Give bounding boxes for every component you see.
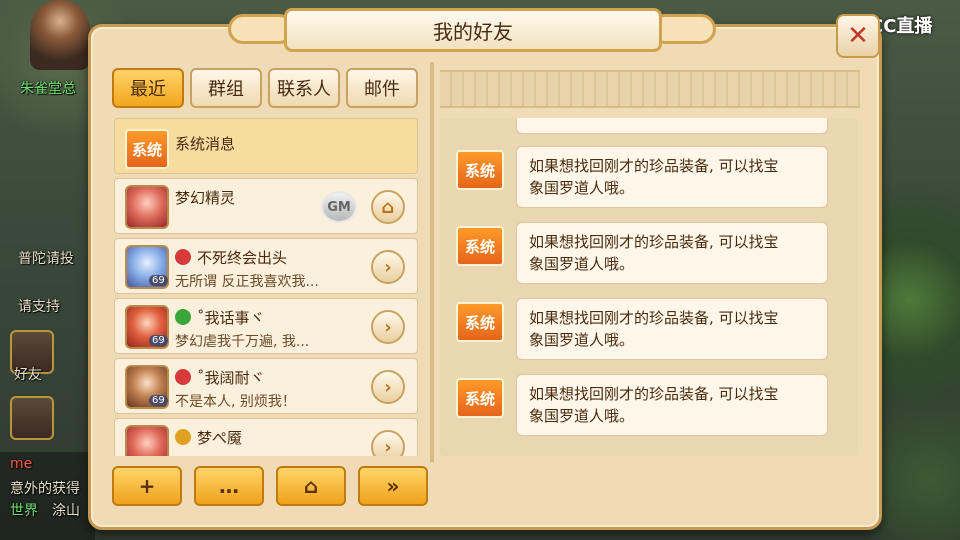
- list-item[interactable]: 69 ˚我阔耐ヾ 不是本人, 别烦我！ ›: [114, 358, 418, 414]
- message-bubble: 如果想找回刚才的珍品装备, 可以找宝 象国罗道人哦。: [516, 298, 828, 360]
- window-title: 我的好友: [284, 8, 662, 52]
- tab-mail[interactable]: 邮件: [346, 68, 418, 108]
- level-badge: 69: [149, 275, 168, 286]
- list-item[interactable]: 梦ぺ魇 ›: [114, 418, 418, 456]
- status-icon: [175, 309, 191, 325]
- friend-tabs: 最近 群组 联系人 邮件: [112, 68, 418, 108]
- chat-line: 意外的获得: [10, 481, 80, 497]
- avatar: [125, 185, 169, 229]
- message-line: 如果想找回刚才的珍品装备, 可以找宝: [529, 157, 779, 175]
- avatar: [125, 425, 169, 456]
- player-character: [30, 0, 90, 70]
- list-item[interactable]: 69 不死终会出头 无所谓 反正我喜欢我... ›: [114, 238, 418, 294]
- list-item[interactable]: 梦幻精灵 GM ⌂: [114, 178, 418, 234]
- list-item[interactable]: 69 ˚我话事ヾ 梦幻虐我千万遍, 我... ›: [114, 298, 418, 354]
- window-title-text: 我的好友: [433, 19, 513, 44]
- open-chat-button[interactable]: ›: [371, 430, 405, 456]
- decorative-pattern: [440, 70, 860, 108]
- open-chat-button[interactable]: ›: [371, 370, 405, 404]
- visit-home-button[interactable]: ⌂: [371, 190, 405, 224]
- add-user-icon: +: [138, 474, 156, 498]
- hud-label: 朱雀堂总: [20, 81, 76, 97]
- system-icon: 系统: [456, 226, 504, 266]
- home-button[interactable]: ⌂: [276, 466, 346, 506]
- tab-groups[interactable]: 群组: [190, 68, 262, 108]
- hud-label: 好友: [14, 367, 42, 383]
- list-item-system[interactable]: 系统 系统消息: [114, 118, 418, 174]
- chevron-right-icon: ›: [384, 316, 392, 338]
- message-line: 象国罗道人哦。: [529, 255, 635, 273]
- tab-recent[interactable]: 最近: [112, 68, 184, 108]
- system-icon: 系统: [456, 302, 504, 342]
- chevron-right-icon: ›: [384, 436, 392, 457]
- close-button[interactable]: ✕: [836, 14, 880, 58]
- message-bubble: 如果想找回刚才的珍品装备, 可以找宝 象国罗道人哦。: [516, 374, 828, 436]
- friend-message: 不是本人, 别烦我！: [175, 394, 296, 410]
- system-icon: 系统: [456, 150, 504, 190]
- message-line: 象国罗道人哦。: [529, 407, 635, 425]
- message-bubble-partial: [516, 118, 828, 134]
- system-icon: 系统: [456, 378, 504, 418]
- chat-button[interactable]: …: [194, 466, 264, 506]
- hud-label: 请支持: [18, 299, 60, 315]
- home-icon: ⌂: [381, 196, 395, 218]
- message-line: 如果想找回刚才的珍品装备, 可以找宝: [529, 309, 779, 327]
- message-line: 象国罗道人哦。: [529, 179, 635, 197]
- friend-message: 梦幻虐我千万遍, 我...: [175, 334, 310, 350]
- add-friend-button[interactable]: +: [112, 466, 182, 506]
- bottom-toolbar: + … ⌂ »: [112, 466, 428, 506]
- left-hud: 朱雀堂总 普陀请投 请支持 好友 me 意外的获得 世界 涂山: [0, 0, 95, 540]
- friend-name: 梦ぺ魇: [197, 429, 243, 447]
- gm-badge: GM: [321, 191, 357, 223]
- chat-line: 世界: [10, 503, 38, 519]
- message-line: 如果想找回刚才的珍品装备, 可以找宝: [529, 233, 779, 251]
- chat-line: 涂山: [52, 503, 80, 519]
- message-bubble: 如果想找回刚才的珍品装备, 可以找宝 象国罗道人哦。: [516, 222, 828, 284]
- level-badge: 69: [149, 335, 168, 346]
- chevron-right-icon: ›: [384, 376, 392, 398]
- home-icon: ⌂: [303, 474, 319, 498]
- hud-label: 普陀请投: [18, 251, 74, 267]
- status-icon: [175, 249, 191, 265]
- message-line: 如果想找回刚才的珍品装备, 可以找宝: [529, 385, 779, 403]
- message-line: 象国罗道人哦。: [529, 331, 635, 349]
- chat-bubble-icon: …: [219, 474, 239, 498]
- friend-list: 系统 系统消息 梦幻精灵 GM ⌂ 69 不死终会出头 无所谓 反正我喜欢我..…: [114, 118, 418, 456]
- friend-name: ˚我话事ヾ: [197, 309, 265, 327]
- system-icon: 系统: [125, 129, 169, 169]
- friend-name: ˚我阔耐ヾ: [197, 369, 265, 387]
- friend-name: 系统消息: [175, 135, 236, 153]
- friend-name: 梦幻精灵: [175, 189, 236, 207]
- status-icon: [175, 369, 191, 385]
- more-button[interactable]: »: [358, 466, 428, 506]
- friend-message: 无所谓 反正我喜欢我...: [175, 274, 319, 290]
- open-chat-button[interactable]: ›: [371, 310, 405, 344]
- friend-name: 不死终会出头: [197, 249, 288, 267]
- tab-contacts[interactable]: 联系人: [268, 68, 340, 108]
- chat-feed: me 意外的获得 世界 涂山: [0, 452, 95, 540]
- double-chevron-right-icon: »: [386, 474, 400, 498]
- close-x-icon: ✕: [847, 21, 869, 51]
- chat-line: me: [10, 456, 33, 472]
- panel-divider: [430, 62, 434, 462]
- level-badge: 69: [149, 395, 168, 406]
- open-chat-button[interactable]: ›: [371, 250, 405, 284]
- chat-shortcut-button[interactable]: [10, 396, 54, 440]
- status-icon: [175, 429, 191, 445]
- message-bubble: 如果想找回刚才的珍品装备, 可以找宝 象国罗道人哦。: [516, 146, 828, 208]
- chevron-right-icon: ›: [384, 256, 392, 278]
